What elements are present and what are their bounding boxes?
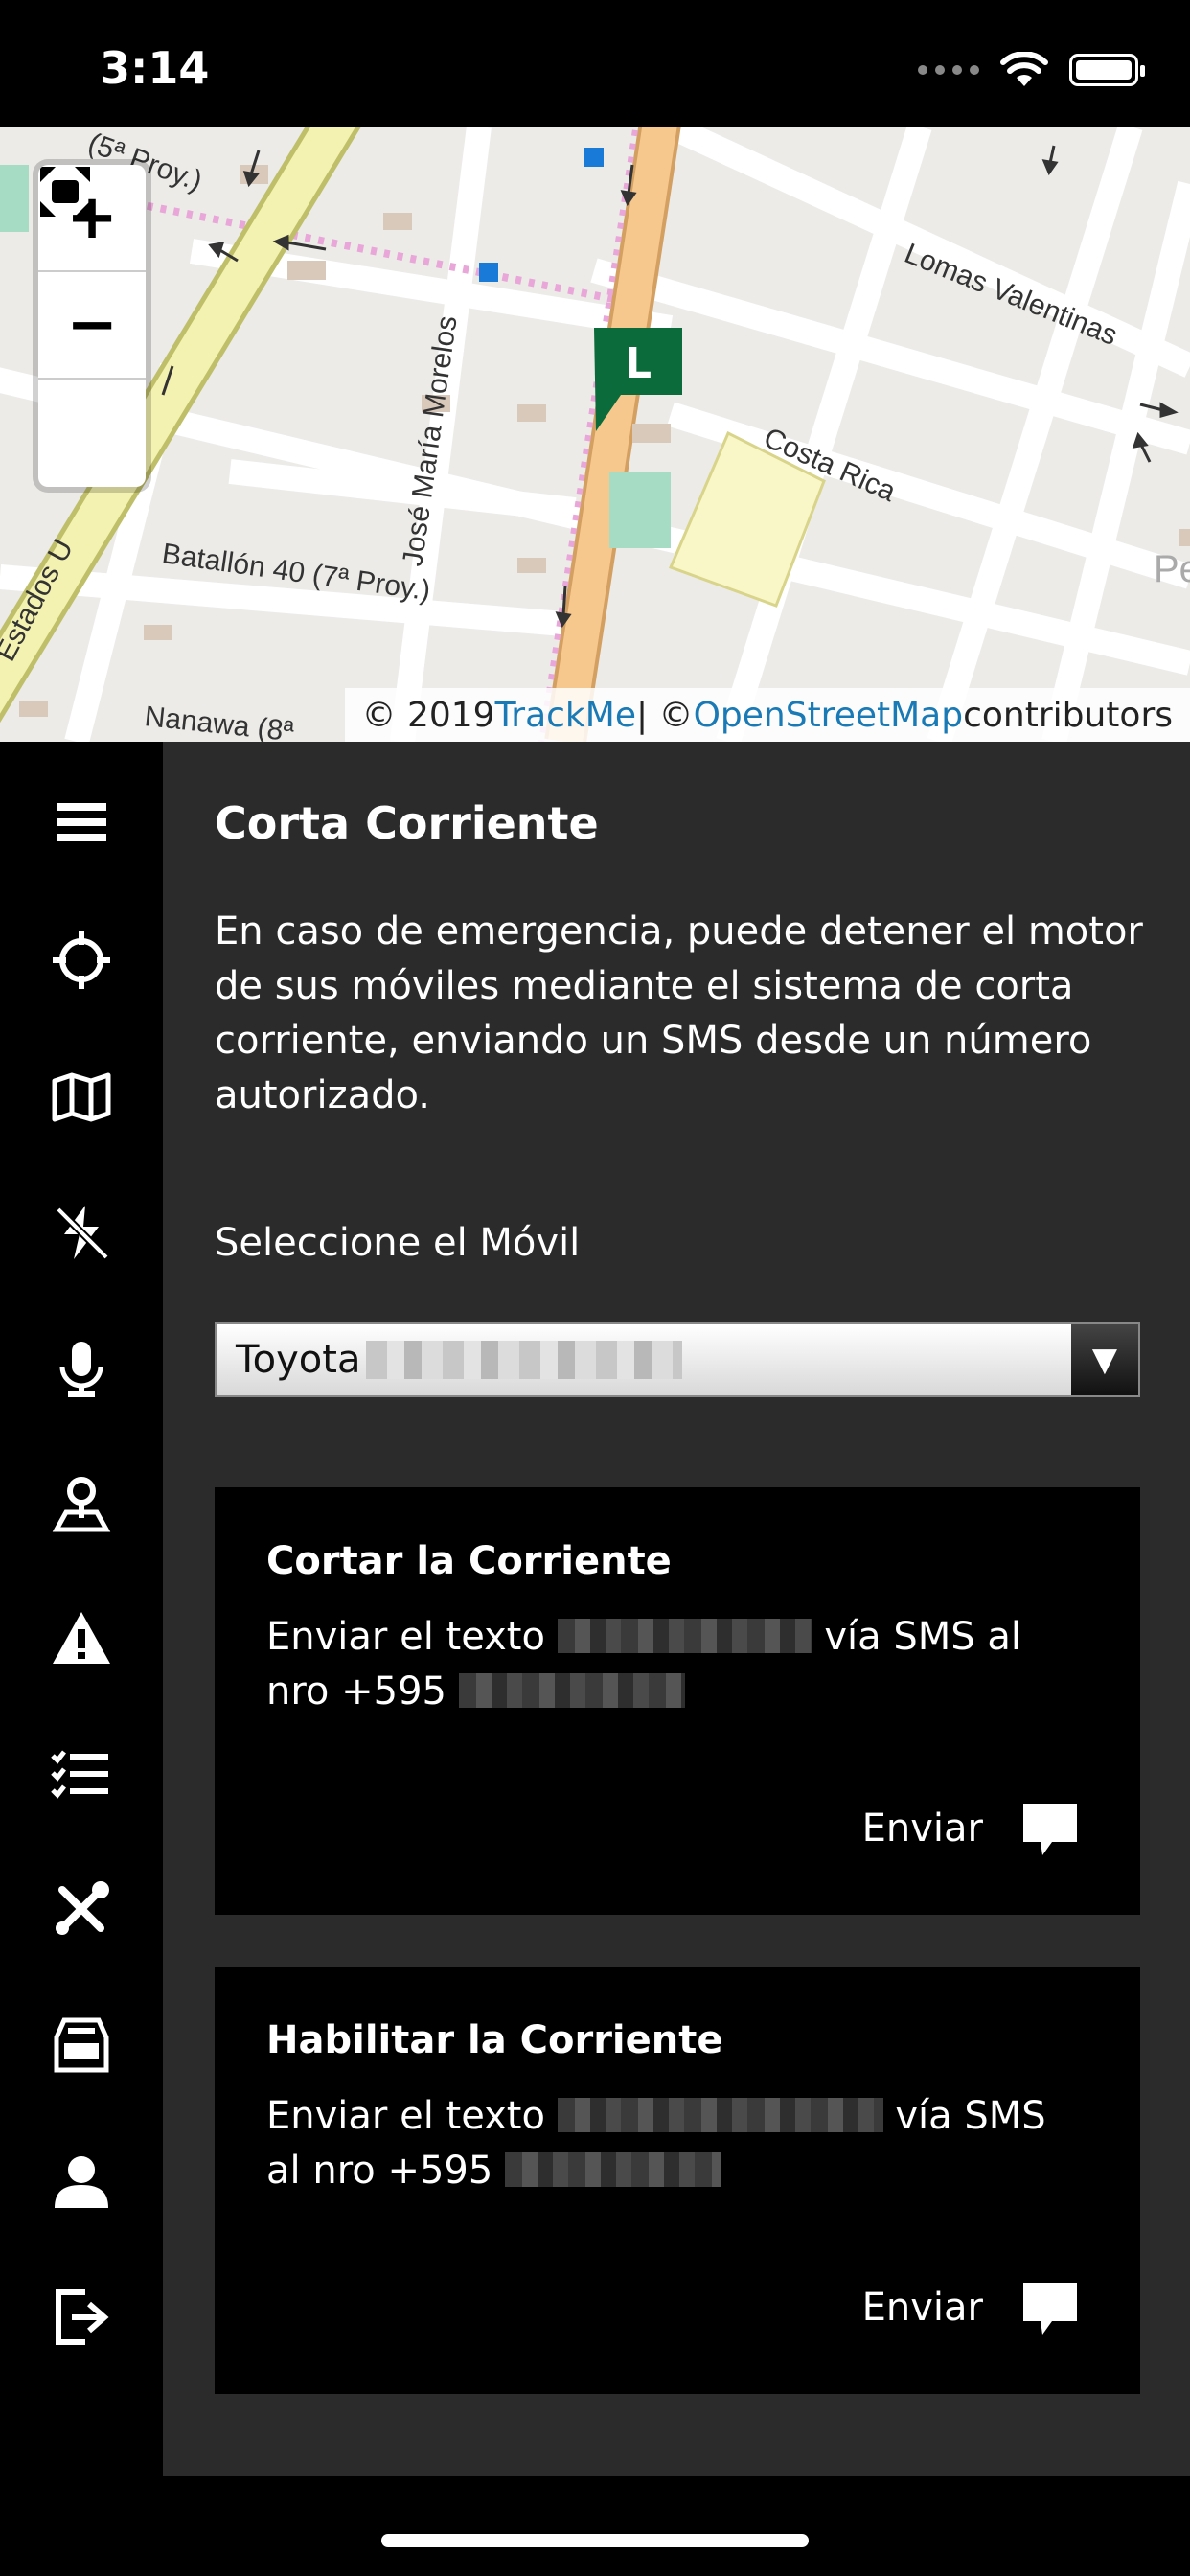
warning-icon: [53, 1612, 110, 1664]
sidebar-item-geofence[interactable]: [0, 1457, 163, 1552]
phone-screen: 3:14 (5ª Proy.) Lomas Valentinas Costa R…: [0, 0, 1190, 2576]
home-indicator[interactable]: [381, 2534, 809, 2547]
enable-power-text: Enviar el texto vía SMS al nro +595: [266, 2089, 1090, 2198]
street-label-pe: Pe: [1154, 548, 1190, 590]
user-icon: [55, 2156, 108, 2208]
sidebar-item-inbox[interactable]: [0, 1997, 163, 2093]
logout-icon: [56, 2289, 109, 2345]
zoom-controls: + −: [38, 165, 146, 487]
signal-icon: [918, 65, 979, 75]
page-title: Corta Corriente: [215, 797, 599, 849]
cut-power-send-button[interactable]: Enviar: [862, 1800, 1079, 1857]
map-icon: [52, 1072, 111, 1122]
fullscreen-button[interactable]: [38, 167, 146, 487]
redacted-number: [505, 2152, 722, 2187]
redacted-plate: [366, 1341, 683, 1379]
flash-off-icon: [56, 1206, 109, 1260]
vehicle-select[interactable]: Toyota ▼: [215, 1322, 1140, 1397]
enable-power-text-a: Enviar el texto: [266, 2094, 558, 2138]
send-label: Enviar: [861, 1806, 983, 1851]
location-pin-icon: [52, 1477, 111, 1532]
redacted-command: [557, 1619, 812, 1653]
cut-power-text: Enviar el texto vía SMS al nro +595: [266, 1610, 1090, 1719]
sidebar-item-reports[interactable]: [0, 1725, 163, 1821]
chat-bubble-icon: [1023, 2283, 1077, 2334]
sidebar-item-maintenance[interactable]: [0, 1861, 163, 1957]
cut-power-card: Cortar la Corriente Enviar el texto vía …: [215, 1487, 1140, 1915]
cut-power-text-a: Enviar el texto: [266, 1615, 558, 1659]
sidebar: [0, 742, 163, 2476]
sidebar-item-logout[interactable]: [0, 2269, 163, 2365]
sidebar-item-profile[interactable]: [0, 2133, 163, 2229]
enable-power-card: Habilitar la Corriente Enviar el texto v…: [215, 1966, 1140, 2394]
sidebar-item-audio[interactable]: [0, 1321, 163, 1416]
osm-link[interactable]: OpenStreetMap: [694, 696, 964, 735]
attribution-separator: | ©: [635, 695, 694, 735]
trackme-link[interactable]: TrackMe: [495, 696, 636, 735]
attribution-suffix: contributors: [963, 695, 1173, 735]
attribution-prefix: © 2019: [361, 695, 495, 735]
vehicle-select-value: Toyota: [236, 1338, 361, 1382]
map-tiles: (5ª Proy.) Lomas Valentinas Costa Rica J…: [0, 126, 1190, 742]
page-description: En caso de emergencia, puede detener el …: [215, 909, 1143, 1117]
sidebar-item-power-cut[interactable]: [0, 1184, 163, 1280]
enable-power-title: Habilitar la Corriente: [266, 2018, 723, 2062]
redacted-number: [458, 1673, 685, 1708]
crosshair-icon: [53, 932, 110, 989]
content-area: Corta Corriente En caso de emergencia, p…: [0, 742, 1190, 2476]
status-bar: 3:14: [0, 0, 1190, 126]
chevron-down-icon[interactable]: ▼: [1071, 1324, 1138, 1395]
marker-label: L: [625, 339, 652, 388]
checklist-icon: [51, 1750, 108, 1799]
sidebar-item-menu[interactable]: [0, 774, 163, 870]
sidebar-item-locate[interactable]: [0, 912, 163, 1008]
map-view[interactable]: (5ª Proy.) Lomas Valentinas Costa Rica J…: [0, 126, 1190, 742]
sidebar-item-alerts[interactable]: [0, 1591, 163, 1687]
tools-icon: [56, 1881, 109, 1935]
sidebar-item-map[interactable]: [0, 1048, 163, 1144]
vehicle-select-label: Seleccione el Móvil: [215, 1221, 581, 1265]
map-attribution: © 2019 TrackMe | © OpenStreetMap contrib…: [344, 688, 1190, 742]
notch: [261, 0, 929, 96]
cut-power-title: Cortar la Corriente: [266, 1539, 672, 1583]
status-icons: [918, 52, 1145, 88]
redacted-command: [557, 2098, 883, 2132]
fullscreen-icon: [40, 167, 90, 217]
battery-icon: [1069, 54, 1145, 86]
inbox-icon: [54, 2017, 109, 2073]
zoom-out-button[interactable]: −: [38, 272, 146, 380]
chat-bubble-icon: [1023, 1804, 1077, 1855]
menu-icon: [57, 803, 106, 841]
power-cut-panel: Corta Corriente En caso de emergencia, p…: [163, 742, 1190, 2476]
wifi-icon: [1000, 52, 1048, 86]
send-label: Enviar: [861, 2286, 983, 2330]
enable-power-send-button[interactable]: Enviar: [862, 2279, 1079, 2336]
status-time: 3:14: [100, 42, 210, 94]
microphone-icon: [59, 1342, 103, 1397]
